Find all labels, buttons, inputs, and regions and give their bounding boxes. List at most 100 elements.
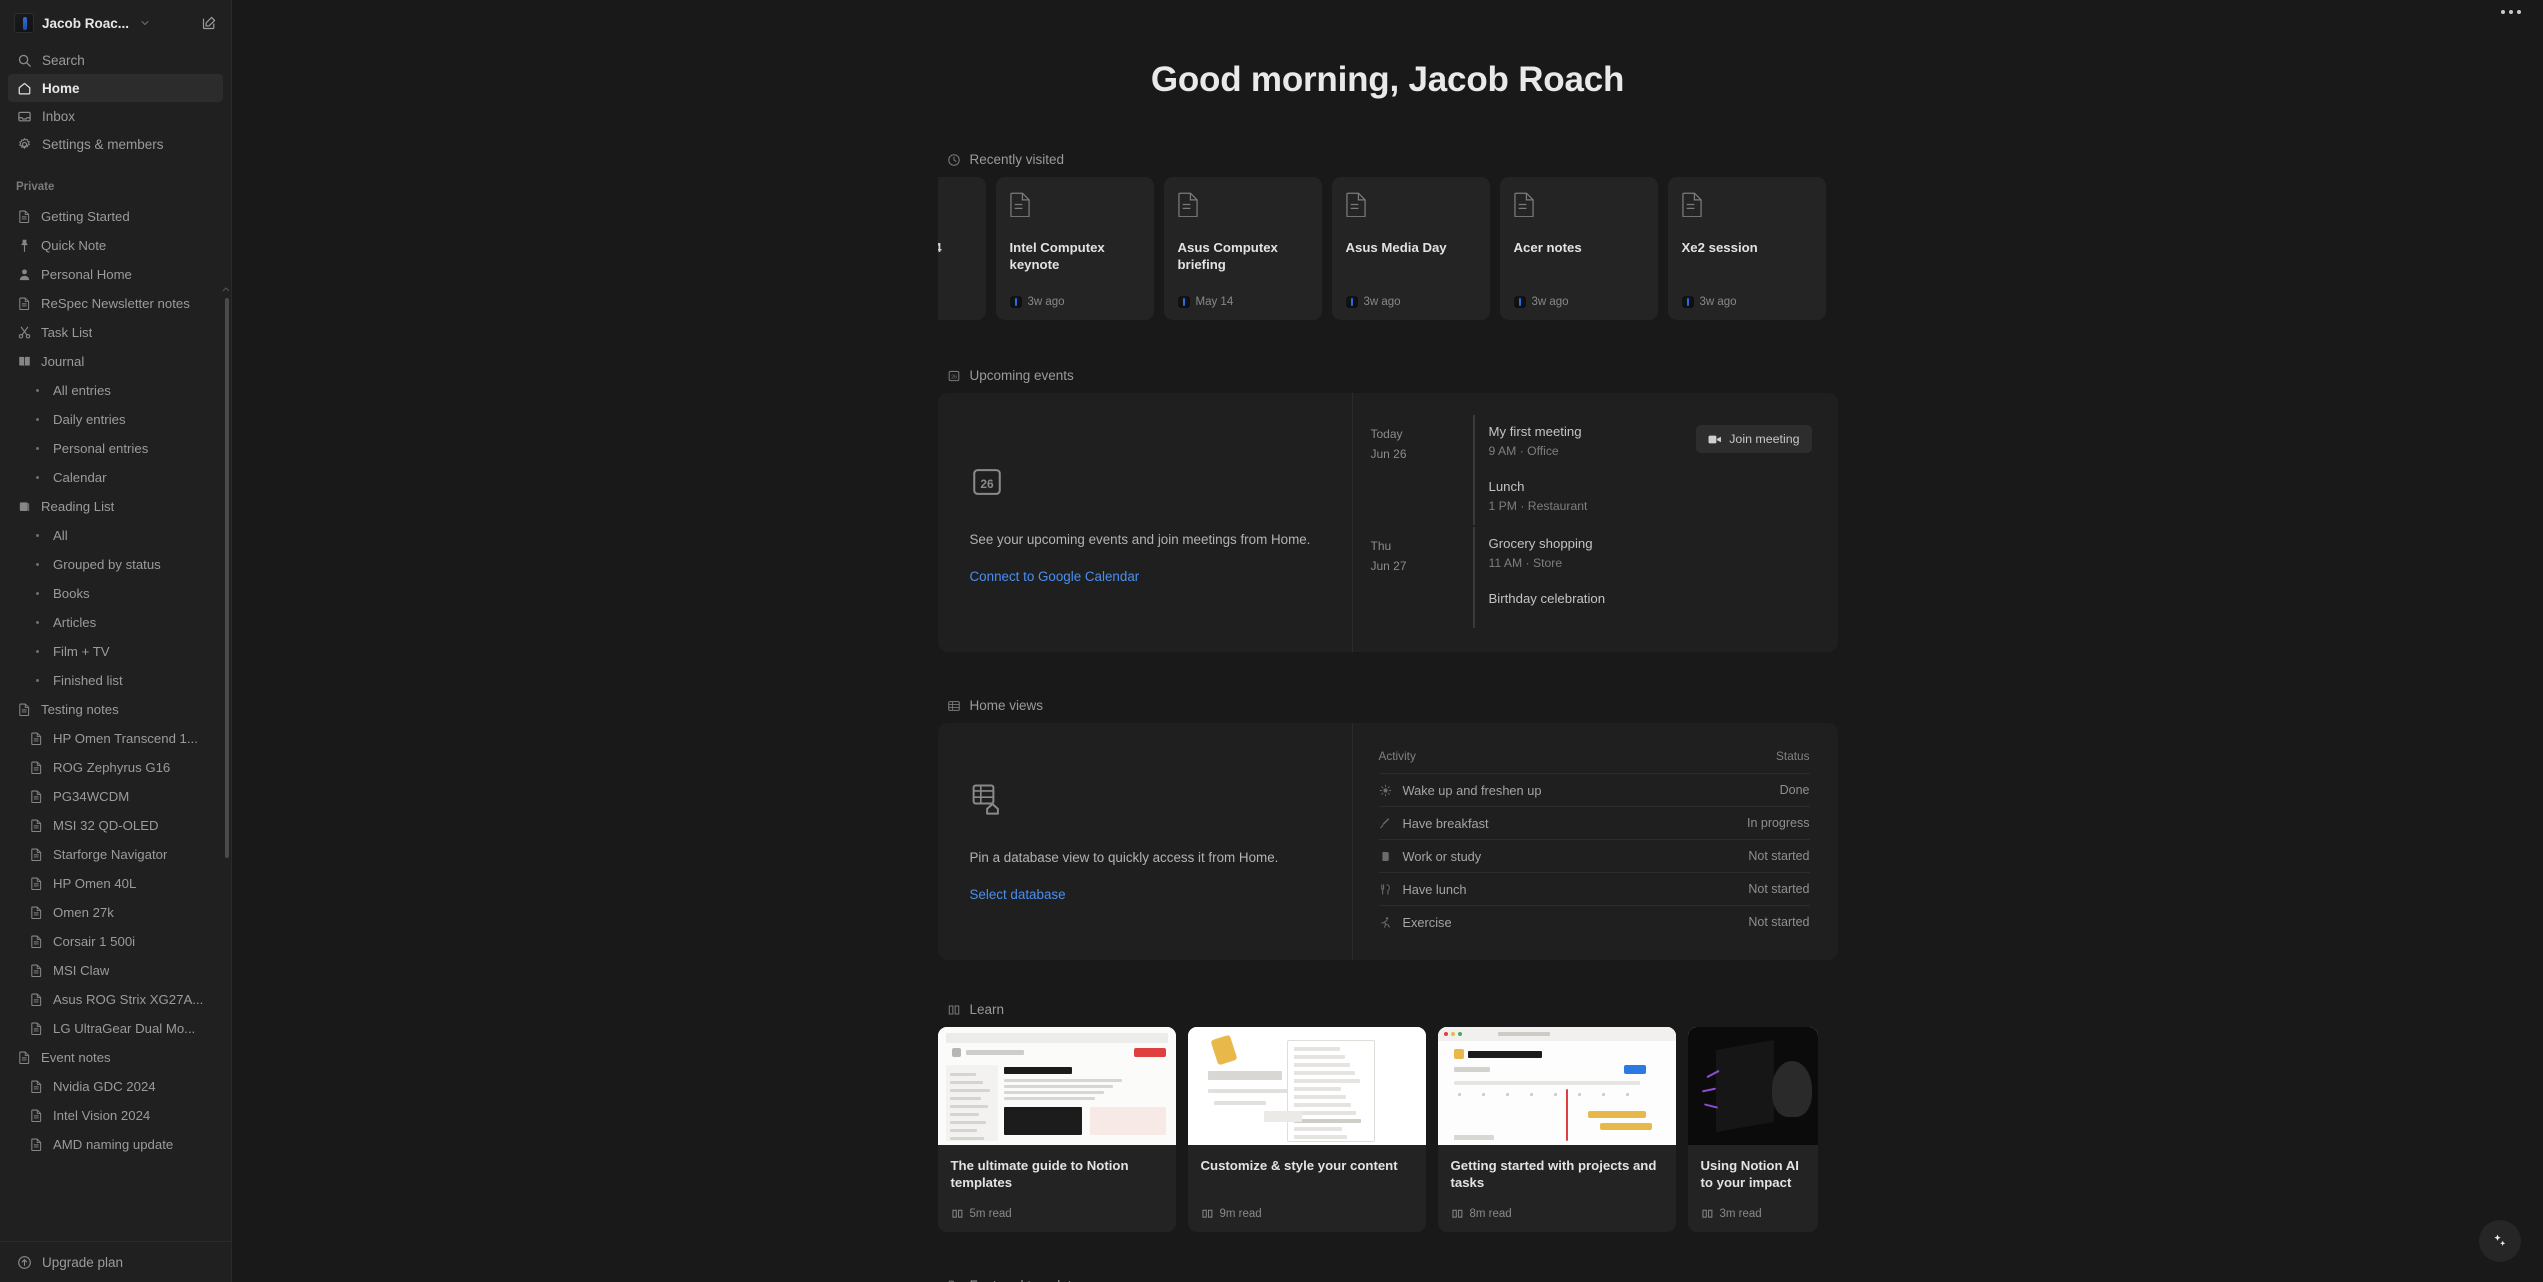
recently-visited-card[interactable]: DC 2024 go bbox=[937, 177, 986, 320]
sidebar-tree-item-label: ROG Zephyrus G16 bbox=[53, 760, 171, 775]
sidebar-tree-item[interactable]: Asus ROG Strix XG27A... bbox=[8, 985, 223, 1014]
video-icon bbox=[1708, 435, 1722, 443]
chevron-down-icon bbox=[141, 20, 149, 26]
sidebar-tree-item[interactable]: Quick Note bbox=[8, 231, 223, 260]
recently-visited-card[interactable]: Intel Computex keynote 3w ago bbox=[995, 177, 1154, 320]
learn-card-meta: 8m read bbox=[1451, 1207, 1663, 1220]
join-meeting-button[interactable]: Join meeting bbox=[1696, 425, 1812, 453]
sidebar-tree-item[interactable]: Books bbox=[8, 579, 223, 608]
learn-card-thumbnail bbox=[1187, 1027, 1426, 1146]
sidebar-tree-item[interactable]: Nvidia GDC 2024 bbox=[8, 1072, 223, 1101]
recently-visited-card[interactable]: Asus Computex briefing May 14 bbox=[1163, 177, 1322, 320]
sidebar-tree-item-label: Event notes bbox=[41, 1050, 111, 1065]
books-icon bbox=[16, 499, 32, 515]
upgrade-icon bbox=[16, 1254, 32, 1270]
sidebar-tree-item[interactable]: Starforge Navigator bbox=[8, 840, 223, 869]
event-item[interactable]: Grocery shopping 11 AM · Store bbox=[1472, 527, 1822, 583]
sidebar-tree-item[interactable]: Reading List bbox=[8, 492, 223, 521]
page-icon bbox=[28, 1108, 44, 1124]
learn-card[interactable]: Getting started with projects and tasks … bbox=[1437, 1027, 1676, 1233]
sidebar-tree-item[interactable]: HP Omen 40L bbox=[8, 869, 223, 898]
sidebar-tree-item[interactable]: MSI Claw bbox=[8, 956, 223, 985]
recently-visited-card[interactable]: Asus Media Day 3w ago bbox=[1331, 177, 1490, 320]
ai-assist-button[interactable] bbox=[2479, 1220, 2521, 1262]
learn-card[interactable]: Using Notion AI to your impact 3m read bbox=[1687, 1027, 1818, 1233]
connect-google-calendar-link[interactable]: Connect to Google Calendar bbox=[970, 569, 1314, 584]
sidebar-tree-item[interactable]: ROG Zephyrus G16 bbox=[8, 753, 223, 782]
more-horizontal-icon[interactable] bbox=[2501, 10, 2521, 14]
page-icon bbox=[28, 818, 44, 834]
sidebar-tree-item[interactable]: Journal bbox=[8, 347, 223, 376]
page-icon bbox=[1009, 192, 1032, 218]
sidebar-item-inbox[interactable]: Inbox bbox=[8, 102, 223, 130]
sidebar-tree-item[interactable]: Personal Home bbox=[8, 260, 223, 289]
sidebar-scrollbar[interactable] bbox=[225, 298, 229, 858]
event-title: My first meeting bbox=[1488, 424, 1582, 439]
home-icon bbox=[16, 80, 32, 96]
sidebar-tree-item[interactable]: Event notes bbox=[8, 1043, 223, 1072]
sidebar-tree-item[interactable]: Getting Started bbox=[8, 202, 223, 231]
learn-card[interactable]: The ultimate guide to Notion templates 5… bbox=[937, 1027, 1176, 1233]
sidebar-tree-item[interactable]: All entries bbox=[8, 376, 223, 405]
select-database-link[interactable]: Select database bbox=[970, 887, 1314, 902]
row-activity: Have breakfast bbox=[1402, 815, 1489, 831]
sidebar-tree-item[interactable]: PG34WCDM bbox=[8, 782, 223, 811]
sidebar-tree-item-label: Testing notes bbox=[41, 702, 119, 717]
sidebar-tree-item[interactable]: Finished list bbox=[8, 666, 223, 695]
sidebar-tree-item[interactable]: Task List bbox=[8, 318, 223, 347]
sidebar-tree-item[interactable]: Testing notes bbox=[8, 695, 223, 724]
sidebar-tree-scroll[interactable]: Private Getting Started Quick Note Persona… bbox=[0, 158, 231, 1241]
home-scroll-area: Good morning, Jacob Roach Recently visit… bbox=[232, 44, 2543, 1282]
sidebar-tree-item[interactable]: Intel Vision 2024 bbox=[8, 1101, 223, 1130]
event-item[interactable]: Birthday celebration bbox=[1472, 582, 1822, 629]
sidebar-item-search[interactable]: Search bbox=[8, 46, 223, 74]
sidebar-tree-item[interactable]: Articles bbox=[8, 608, 223, 637]
learn-card[interactable]: Customize & style your content 9m read bbox=[1187, 1027, 1426, 1233]
sidebar-tree-item[interactable]: All bbox=[8, 521, 223, 550]
section-header: Learn bbox=[947, 1002, 1838, 1017]
sidebar-item-settings[interactable]: Settings & members bbox=[8, 130, 223, 158]
event-day: Today bbox=[1370, 427, 1403, 441]
sidebar-tree-item-label: Grouped by status bbox=[53, 557, 161, 572]
table-row[interactable]: Have breakfast In progress bbox=[1378, 806, 1810, 839]
sidebar-tree-item-label: Reading List bbox=[41, 499, 115, 514]
sidebar-tree-item[interactable]: AMD naming update bbox=[8, 1130, 223, 1159]
sidebar-tree-item[interactable]: MSI 32 QD-OLED bbox=[8, 811, 223, 840]
recently-visited-card[interactable]: Xe2 session 3w ago bbox=[1667, 177, 1826, 320]
sidebar-tree-item[interactable]: Calendar bbox=[8, 463, 223, 492]
learn-card-title: Using Notion AI to your impact bbox=[1700, 1158, 1799, 1191]
sidebar-tree-item[interactable]: Daily entries bbox=[8, 405, 223, 434]
sidebar-tree-item[interactable]: Personal entries bbox=[8, 434, 223, 463]
recently-visited-card[interactable]: Acer notes 3w ago bbox=[1499, 177, 1658, 320]
sidebar-tree-item[interactable]: LG UltraGear Dual Mo... bbox=[8, 1014, 223, 1043]
page-icon bbox=[28, 934, 44, 950]
sidebar-tree-item[interactable]: Omen 27k bbox=[8, 898, 223, 927]
sidebar-tree-item[interactable]: Grouped by status bbox=[8, 550, 223, 579]
workspace-avatar bbox=[1513, 296, 1526, 308]
upgrade-plan-button[interactable]: Upgrade plan bbox=[8, 1248, 223, 1276]
table-row[interactable]: Exercise Not started bbox=[1378, 905, 1810, 938]
page-icon bbox=[1681, 192, 1704, 218]
sidebar-section-private: Private bbox=[16, 181, 55, 193]
pin-icon bbox=[16, 238, 32, 254]
sidebar-item-home[interactable]: Home bbox=[8, 74, 223, 102]
table-row[interactable]: Have lunch Not started bbox=[1378, 872, 1810, 905]
sidebar-tree-item[interactable]: HP Omen Transcend 1... bbox=[8, 724, 223, 753]
section-header: 26 Upcoming events bbox=[947, 368, 1838, 383]
card-meta-text: 3w ago bbox=[1531, 296, 1569, 308]
learn-card-read-time: 3m read bbox=[1719, 1207, 1762, 1220]
sidebar-tree-item-label: All bbox=[53, 528, 68, 543]
event-item[interactable]: My first meeting 9 AM · Office Join meet… bbox=[1472, 415, 1822, 471]
sidebar-tree-item[interactable]: ReSpec Newsletter notes bbox=[8, 289, 223, 318]
sidebar-tree-item[interactable]: Corsair 1 500i bbox=[8, 927, 223, 956]
card-meta-text: 3w ago bbox=[1699, 296, 1737, 308]
scroll-up-arrow-icon[interactable] bbox=[222, 286, 230, 294]
table-row[interactable]: Work or study Not started bbox=[1378, 839, 1810, 872]
event-item[interactable]: Lunch 1 PM · Restaurant bbox=[1472, 470, 1822, 526]
table-row[interactable]: Wake up and freshen up Done bbox=[1378, 773, 1810, 806]
sidebar-tree-item[interactable]: Film + TV bbox=[8, 637, 223, 666]
workspace-switcher[interactable]: Jacob Roac... bbox=[8, 6, 223, 40]
sidebar-tree-item-label: All entries bbox=[53, 383, 111, 398]
new-page-icon[interactable] bbox=[201, 15, 217, 31]
page-icon bbox=[28, 876, 44, 892]
